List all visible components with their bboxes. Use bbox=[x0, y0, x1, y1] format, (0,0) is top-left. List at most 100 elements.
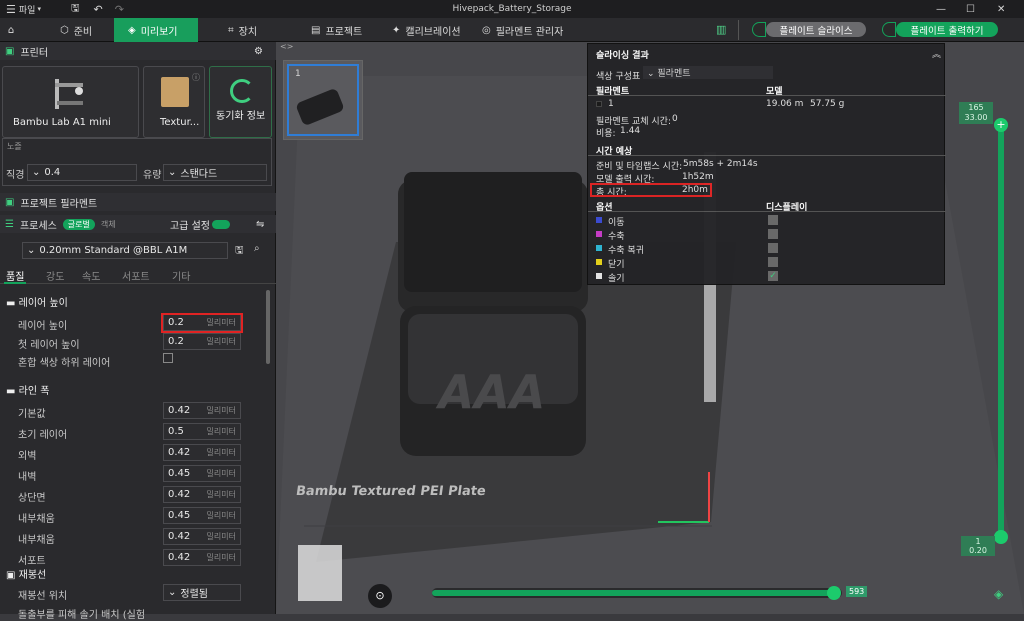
tab-other[interactable]: 기타 bbox=[172, 268, 190, 283]
tab-calibration[interactable]: ✦ 캘리브레이션 bbox=[392, 18, 461, 42]
line-width-input[interactable]: 0.45 밀리미터 bbox=[163, 465, 241, 482]
mixed-color-checkbox[interactable] bbox=[163, 353, 173, 363]
tab-preview[interactable]: ◈ 미리보기 bbox=[114, 18, 198, 42]
tab-device[interactable]: ⌗ 장치 bbox=[228, 18, 257, 42]
object-toggle[interactable]: 객체 bbox=[101, 219, 116, 230]
print-plate-button[interactable]: 플레이트 출력하기 bbox=[896, 22, 998, 37]
line-width-label: 내벽 bbox=[18, 472, 37, 483]
collapse-icon[interactable]: <> bbox=[280, 42, 293, 51]
option-checkbox[interactable]: ✓ bbox=[768, 271, 778, 281]
tab-strength[interactable]: 강도 bbox=[46, 268, 64, 283]
line-width-input[interactable]: 0.42 밀리미터 bbox=[163, 528, 241, 545]
info-icon[interactable]: ⓘ bbox=[192, 72, 200, 83]
flow-select[interactable]: ⌄ 스탠다드 bbox=[163, 164, 267, 181]
line-width-label: 기본값 bbox=[18, 409, 46, 420]
monitor-icon[interactable]: ▥ bbox=[716, 23, 726, 36]
divider bbox=[588, 211, 946, 212]
spool-icon: ▣ bbox=[5, 196, 15, 208]
print-dropdown[interactable] bbox=[882, 22, 896, 37]
change-time-value: 0 bbox=[672, 114, 678, 124]
chevron-down-icon: ⌄ bbox=[168, 587, 177, 598]
tab-project[interactable]: ▤ 프로젝트 bbox=[311, 18, 362, 42]
close-icon[interactable]: ✕ bbox=[997, 4, 1005, 15]
printer-name: Bambu Lab A1 mini bbox=[13, 117, 111, 128]
tab-bar: ⌂ ⬡ 준비 ◈ 미리보기 ⌗ 장치 ▤ 프로젝트 ✦ 캘리브레이션 ◎ 필라멘트 관리자 … bbox=[0, 18, 1024, 42]
advanced-switch[interactable] bbox=[212, 219, 230, 229]
tab-support[interactable]: 서포트 bbox=[122, 268, 150, 283]
option-checkbox[interactable] bbox=[768, 243, 778, 253]
plate-thumbnail[interactable]: 1 bbox=[283, 60, 363, 140]
sync-card[interactable]: 동기화 정보 bbox=[209, 66, 272, 138]
chevron-down-icon: ⌄ bbox=[647, 69, 658, 79]
tab-filament-manager[interactable]: ◎ 필라멘트 관리자 bbox=[482, 18, 563, 42]
vertical-slider-top-handle[interactable]: + bbox=[994, 118, 1008, 132]
option-swatch bbox=[596, 231, 602, 237]
first-layer-height-label: 첫 레이어 높이 bbox=[18, 340, 80, 351]
seam-position-select[interactable]: ⌄ 정렬됨 bbox=[163, 584, 241, 601]
device-icon: ⌗ bbox=[228, 24, 234, 36]
search-icon[interactable]: ⌕ bbox=[254, 243, 260, 254]
cost-value: 1.44 bbox=[620, 126, 641, 136]
model-time-value: 1h52m bbox=[682, 172, 714, 182]
divider bbox=[588, 95, 946, 96]
results-title: 슬라이싱 결과 bbox=[596, 51, 649, 61]
layers-icon[interactable]: ◈ bbox=[994, 587, 1003, 601]
line-width-label: 초기 레이어 bbox=[18, 430, 68, 441]
horizontal-slider[interactable] bbox=[432, 586, 842, 600]
separator bbox=[738, 20, 739, 40]
plate-card[interactable]: ⓘ Textur... bbox=[143, 66, 205, 138]
plate-image-icon bbox=[161, 77, 189, 107]
settings-icon[interactable]: ⚙ bbox=[254, 46, 263, 57]
layer-height-title: ▬ 레이어 높이 bbox=[6, 298, 68, 309]
maximize-icon[interactable]: ☐ bbox=[966, 4, 975, 15]
printer-card[interactable]: Bambu Lab A1 mini bbox=[2, 66, 139, 138]
line-width-input[interactable]: 0.45 밀리미터 bbox=[163, 507, 241, 524]
fit-view-icon[interactable]: ⊙ bbox=[368, 584, 392, 608]
option-checkbox[interactable] bbox=[768, 257, 778, 267]
filament-swatch bbox=[596, 101, 602, 107]
option-label: 이동 bbox=[608, 218, 625, 228]
layer-icon: ▬ bbox=[6, 298, 19, 309]
slicing-results-panel: 슬라이싱 결과 ︽ 색상 구성표 ⌄ 필라멘트 필라멘트 모델 1 19.06 … bbox=[587, 43, 946, 285]
vertical-slider[interactable] bbox=[998, 124, 1004, 544]
sync-icon bbox=[230, 79, 254, 103]
collapse-up-icon[interactable]: ︽ bbox=[932, 47, 941, 60]
prep-time-value: 5m58s + 2m14s bbox=[683, 159, 758, 169]
option-swatch bbox=[596, 273, 602, 279]
option-swatch bbox=[596, 259, 602, 265]
tab-prepare[interactable]: ⬡ 준비 bbox=[60, 18, 92, 42]
orientation-cube[interactable] bbox=[298, 545, 342, 601]
line-width-input[interactable]: 0.42 밀리미터 bbox=[163, 444, 241, 461]
global-toggle[interactable]: 글로벌 bbox=[62, 218, 95, 230]
line-width-input[interactable]: 0.42 밀리미터 bbox=[163, 486, 241, 503]
option-checkbox[interactable] bbox=[768, 215, 778, 225]
option-checkbox[interactable] bbox=[768, 229, 778, 239]
diameter-select[interactable]: ⌄ 0.4 bbox=[27, 164, 137, 181]
sync-label: 동기화 정보 bbox=[216, 111, 266, 122]
option-label: 수축 bbox=[608, 232, 625, 242]
save-icon[interactable]: 🖫 bbox=[235, 243, 244, 260]
layer-height-label: 레이어 높이 bbox=[18, 321, 68, 332]
tab-speed[interactable]: 속도 bbox=[82, 268, 100, 283]
process-tabs: 품질 강도 속도 서포트 기타 bbox=[0, 266, 276, 284]
line-width-input[interactable]: 0.42 밀리미터 bbox=[163, 402, 241, 419]
chevron-down-icon: ⌄ bbox=[32, 167, 41, 178]
horizontal-slider-handle[interactable] bbox=[826, 586, 841, 600]
scrollbar[interactable] bbox=[266, 290, 270, 364]
line-width-input[interactable]: 0.42 밀리미터 bbox=[163, 549, 241, 566]
home-icon[interactable]: ⌂ bbox=[0, 18, 22, 42]
slice-plate-button[interactable]: 플레이트 슬라이스 bbox=[766, 22, 866, 37]
line-width-input[interactable]: 0.5 밀리미터 bbox=[163, 423, 241, 440]
minimize-icon[interactable]: — bbox=[936, 4, 946, 15]
vertical-slider-bottom-handle[interactable] bbox=[994, 530, 1008, 544]
spool-icon: ◎ bbox=[482, 24, 491, 36]
slice-dropdown[interactable] bbox=[752, 22, 766, 37]
process-icon: ☰ bbox=[5, 218, 14, 230]
compare-icon[interactable]: ⇋ bbox=[256, 219, 264, 230]
color-scheme-select[interactable]: ⌄ 필라멘트 bbox=[643, 66, 773, 79]
tab-quality[interactable]: 품질 bbox=[6, 268, 24, 283]
profile-select[interactable]: ⌄ 0.20mm Standard @BBL A1M bbox=[22, 242, 228, 259]
first-layer-height-input[interactable]: 0.2 밀리미터 bbox=[163, 333, 241, 350]
left-panel: ▣ 프린터 ⚙ Bambu Lab A1 mini ⓘ Textur... 동기… bbox=[0, 42, 276, 621]
filament-header[interactable]: ▣ 프로젝트 필라멘트 bbox=[0, 193, 276, 211]
